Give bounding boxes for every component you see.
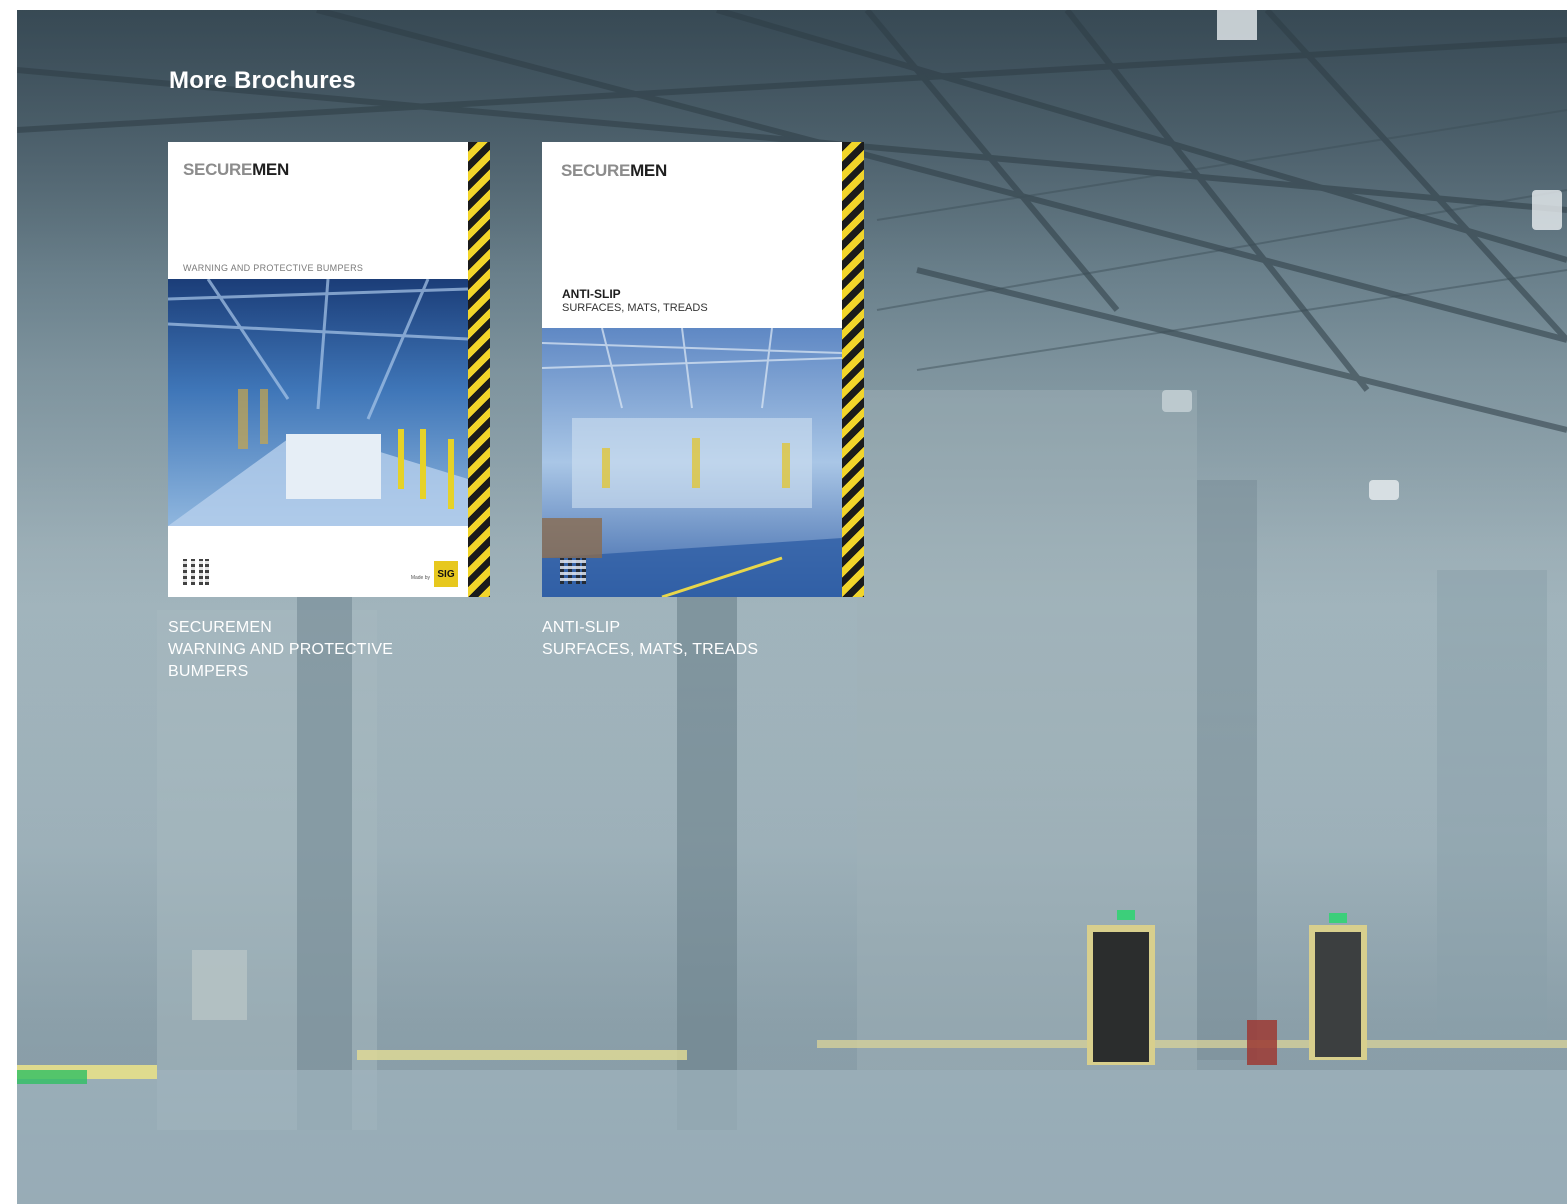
brand-logo: SECUREMEN — [561, 161, 667, 181]
brand-logo: SECUREMEN — [183, 160, 289, 180]
caption-title: SECUREMEN — [168, 619, 273, 636]
brand-dark-text: MEN — [252, 160, 289, 179]
cover-title: ANTI-SLIP — [562, 287, 621, 301]
hazard-stripes — [842, 142, 864, 597]
qr-code-icon — [560, 558, 586, 584]
hazard-stripes — [468, 142, 490, 597]
brand-dark-text: MEN — [630, 161, 667, 180]
caption-title: ANTI-SLIP — [542, 619, 621, 636]
brochure-caption[interactable]: SECUREMEN WARNING AND PROTECTIVE BUMPERS — [168, 617, 490, 683]
sig-logo-icon: SIG — [434, 561, 458, 587]
caption-subtitle: WARNING AND PROTECTIVE BUMPERS — [168, 641, 394, 680]
brochure-cover[interactable]: SECUREMEN WARNING AND PROTECTIVE BUMPERS — [168, 142, 490, 597]
caption-subtitle: SURFACES, MATS, TREADS — [542, 641, 759, 658]
brochure-card-bumpers[interactable]: SECUREMEN WARNING AND PROTECTIVE BUMPERS — [168, 142, 490, 683]
cover-photo — [168, 279, 468, 526]
brochure-cover[interactable]: SECUREMEN ANTI-SLIP SURFACES, MATS, TREA… — [542, 142, 864, 597]
brochure-card-anti-slip[interactable]: SECUREMEN ANTI-SLIP SURFACES, MATS, TREA… — [542, 142, 864, 661]
cover-subtitle: WARNING AND PROTECTIVE BUMPERS — [183, 263, 364, 273]
section-title: More Brochures — [169, 67, 356, 94]
cover-photo — [542, 328, 842, 597]
brand-light-text: SECURE — [183, 160, 253, 179]
made-by-label: Made by — [410, 575, 430, 581]
cover-subtitle: SURFACES, MATS, TREADS — [562, 302, 708, 314]
qr-code-icon — [183, 559, 209, 585]
brand-light-text: SECURE — [561, 161, 631, 180]
brochure-caption[interactable]: ANTI-SLIP SURFACES, MATS, TREADS — [542, 617, 864, 661]
